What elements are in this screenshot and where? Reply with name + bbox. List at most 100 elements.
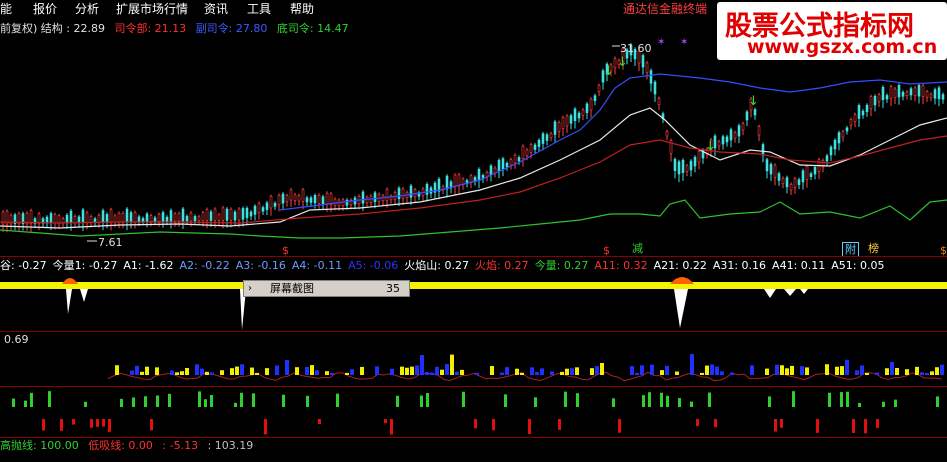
down-arrow-icon: ↓ <box>617 55 628 70</box>
sub-legend-item: A3: -0.16 <box>235 259 286 272</box>
candle-body <box>225 208 229 221</box>
candle-body <box>297 195 301 202</box>
candle-body <box>185 216 189 222</box>
sub-legend-item: 火焰: 0.27 <box>474 259 529 272</box>
signal-bar <box>240 392 243 407</box>
volume-bar <box>130 370 134 375</box>
volume-bar <box>890 361 894 375</box>
red-ma-line <box>0 135 947 224</box>
candle-body <box>125 208 129 223</box>
candle-body <box>825 155 829 162</box>
candle-body <box>933 89 937 99</box>
signal-bar <box>234 402 237 407</box>
signal-bar <box>558 419 561 430</box>
star-icon: ✶ <box>657 37 665 48</box>
volume-bar <box>435 366 439 375</box>
candle-body <box>97 214 101 223</box>
candle-body <box>797 179 801 185</box>
blue-ma-line <box>279 73 947 211</box>
volume-bar <box>730 372 734 375</box>
candle-body <box>657 98 661 105</box>
candle-body <box>905 91 909 96</box>
star-icon: ✶ <box>680 37 688 48</box>
candle-body <box>205 209 209 221</box>
candle-body <box>73 216 77 224</box>
signal-bar <box>528 419 531 435</box>
volume-bar <box>230 368 234 375</box>
candle-body <box>809 173 813 177</box>
volume-indicator-panel[interactable] <box>0 333 947 385</box>
sub-legend-item: 谷: -0.27 <box>0 259 47 272</box>
volume-bar <box>520 372 524 375</box>
volume-bar <box>240 364 244 375</box>
candle-body <box>885 95 889 100</box>
candle-body <box>437 178 441 192</box>
candle-body <box>137 216 141 222</box>
panel-divider <box>0 331 947 332</box>
candle-body <box>501 158 505 170</box>
volume-bar <box>415 365 419 375</box>
candle-body <box>489 165 493 176</box>
signal-bar <box>264 419 267 435</box>
candle-body <box>177 213 181 222</box>
candle-body <box>213 208 217 221</box>
signal-bar <box>210 395 213 407</box>
candle-body <box>29 210 33 224</box>
signal-bar <box>792 391 795 407</box>
volume-bar <box>905 369 909 375</box>
screenshot-popup[interactable]: › 屏幕截图 35 <box>243 280 410 297</box>
volume-bar <box>400 366 404 375</box>
candle-body <box>697 151 701 163</box>
yellow-band <box>0 282 947 289</box>
candle-body <box>865 104 869 112</box>
volume-bar <box>840 366 844 375</box>
candle-body <box>917 84 921 97</box>
candle-body <box>429 187 433 194</box>
flame-indicator-panel[interactable] <box>0 272 947 332</box>
watermark-url: www.gszx.com.cn <box>747 36 938 58</box>
signal-bar <box>396 395 399 407</box>
candle-body <box>361 191 365 204</box>
signal-bar <box>336 393 339 407</box>
candle-body <box>753 109 757 116</box>
candle-body <box>857 105 861 119</box>
panel-divider <box>0 437 947 438</box>
high-sell-line-value: 高抛线: 100.00 <box>0 439 79 452</box>
candle-body <box>769 164 773 175</box>
candle-body <box>233 211 237 221</box>
candle-body <box>89 216 93 223</box>
volume-bar <box>885 368 889 375</box>
signal-bar <box>282 394 285 407</box>
signal-bar <box>318 419 321 424</box>
candle-body <box>401 188 405 199</box>
candle-body <box>889 86 893 99</box>
candle-body <box>781 178 785 184</box>
volume-bar <box>140 371 144 375</box>
candle-body <box>837 132 841 144</box>
volume-bar <box>705 365 709 375</box>
candle-body <box>497 160 501 172</box>
candle-body <box>101 210 105 223</box>
signal-bars-panel[interactable] <box>0 387 947 437</box>
candle-body <box>577 112 581 119</box>
volume-bar <box>640 365 644 375</box>
signal-bar <box>708 392 711 407</box>
volume-bar <box>445 364 449 375</box>
candle-body <box>257 203 261 214</box>
volume-bar <box>930 371 934 375</box>
candle-body <box>285 195 289 202</box>
volume-bar <box>175 372 179 375</box>
candle-body <box>681 159 685 173</box>
volume-bar <box>790 365 794 375</box>
candle-body <box>109 209 113 223</box>
signal-bar <box>876 419 879 428</box>
volume-bar <box>535 372 539 375</box>
volume-bar <box>325 371 329 375</box>
candle-body <box>597 85 601 92</box>
candle-body <box>921 85 925 97</box>
candle-body <box>149 215 153 222</box>
volume-bar <box>500 372 504 375</box>
signal-bar <box>618 419 621 433</box>
sub-legend-item: 火焰山: 0.27 <box>404 259 469 272</box>
volume-bar <box>550 371 554 375</box>
